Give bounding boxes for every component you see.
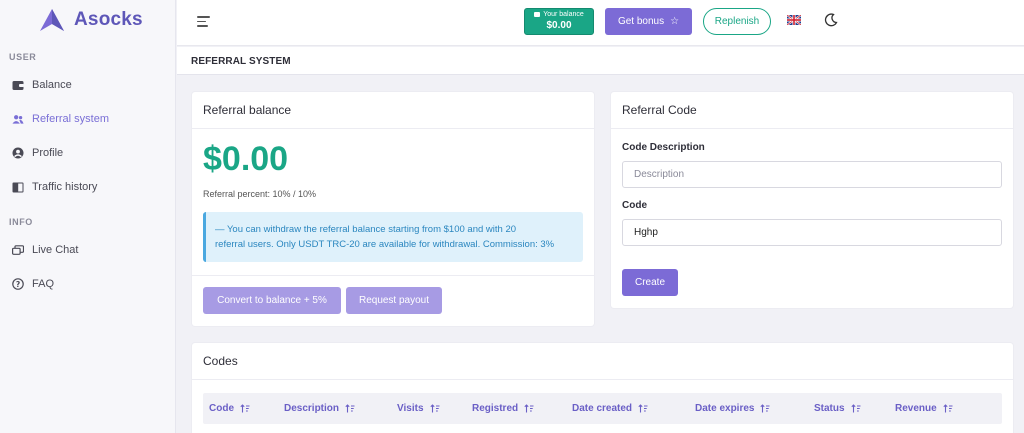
sidebar-item-label: Profile bbox=[32, 147, 64, 159]
sidebar-item-profile[interactable]: Profile bbox=[0, 136, 175, 170]
column-label: Description bbox=[284, 403, 340, 414]
info-line: — You can withdraw the referral balance … bbox=[215, 224, 517, 235]
referral-amount: $0.00 bbox=[203, 140, 289, 178]
card-title: Referral Code bbox=[611, 92, 1013, 129]
get-bonus-button[interactable]: Get bonus ☆ bbox=[605, 8, 692, 35]
menu-toggle-icon[interactable] bbox=[197, 16, 210, 27]
create-button[interactable]: Create bbox=[622, 269, 678, 296]
sidebar-item-live-chat[interactable]: Live Chat bbox=[0, 233, 175, 267]
sort-icon bbox=[943, 404, 953, 413]
sidebar-item-referral-system[interactable]: Referral system bbox=[0, 102, 175, 136]
sidebar-item-label: Live Chat bbox=[32, 244, 79, 256]
referral-balance-card: Referral balance $0.00 Referral percent:… bbox=[192, 92, 594, 326]
sort-icon bbox=[524, 404, 534, 413]
sidebar-item-label: FAQ bbox=[32, 278, 55, 290]
column-header-date-expires[interactable]: Date expires bbox=[695, 403, 770, 414]
column-header-registred[interactable]: Registred bbox=[472, 403, 534, 414]
users-icon bbox=[12, 113, 24, 125]
section-label-info: INFO bbox=[9, 217, 33, 227]
sort-icon bbox=[345, 404, 355, 413]
dark-mode-moon-icon[interactable] bbox=[824, 13, 838, 27]
code-input[interactable] bbox=[622, 219, 1002, 246]
logo-text: Asocks bbox=[74, 9, 143, 30]
balance-value: $0.00 bbox=[546, 20, 572, 31]
column-header-revenue[interactable]: Revenue bbox=[895, 403, 953, 414]
svg-text:?: ? bbox=[16, 280, 20, 289]
uk-flag-icon[interactable] bbox=[787, 15, 801, 25]
column-label: Revenue bbox=[895, 403, 937, 414]
withdraw-info-alert: — You can withdraw the referral balance … bbox=[203, 212, 583, 262]
divider bbox=[192, 275, 594, 276]
codes-card: Codes Code Description Visits Registred … bbox=[192, 343, 1013, 433]
star-icon: ☆ bbox=[670, 16, 680, 27]
column-label: Visits bbox=[397, 403, 424, 414]
replenish-button[interactable]: Replenish bbox=[703, 8, 771, 35]
code-description-input[interactable] bbox=[622, 161, 1002, 188]
column-label: Registred bbox=[472, 403, 519, 414]
codes-table-header: Code Description Visits Registred Date c… bbox=[203, 393, 1002, 424]
book-icon bbox=[12, 181, 24, 193]
column-header-code[interactable]: Code bbox=[209, 403, 250, 414]
referral-percent: Referral percent: 10% / 10% bbox=[203, 189, 317, 199]
user-circle-icon bbox=[12, 147, 24, 159]
column-label: Code bbox=[209, 403, 234, 414]
card-title: Referral balance bbox=[192, 92, 594, 129]
balance-widget[interactable]: Your balance $0.00 bbox=[524, 8, 594, 35]
column-label: Date expires bbox=[695, 403, 755, 414]
sort-icon bbox=[850, 404, 861, 413]
top-header: Your balance $0.00 Get bonus ☆ Replenish bbox=[177, 0, 1024, 46]
referral-code-card: Referral Code Code Description Code Crea… bbox=[611, 92, 1013, 308]
sidebar: Asocks USER Balance Referral system Prof… bbox=[0, 0, 176, 433]
sidebar-item-balance[interactable]: Balance bbox=[0, 68, 175, 102]
sidebar-item-traffic-history[interactable]: Traffic history bbox=[0, 170, 175, 204]
logo-icon bbox=[40, 9, 64, 31]
column-header-status[interactable]: Status bbox=[814, 403, 861, 414]
sidebar-item-label: Referral system bbox=[32, 113, 110, 125]
request-payout-button[interactable]: Request payout bbox=[346, 287, 442, 314]
code-description-label: Code Description bbox=[622, 142, 705, 153]
balance-label-row: Your balance bbox=[525, 11, 593, 18]
column-header-visits[interactable]: Visits bbox=[397, 403, 440, 414]
info-line: referral users. Only USDT TRC-20 are ava… bbox=[215, 239, 555, 250]
balance-label: Your balance bbox=[543, 11, 584, 18]
column-header-date-created[interactable]: Date created bbox=[572, 403, 648, 414]
chat-icon bbox=[12, 244, 24, 256]
code-label: Code bbox=[622, 200, 647, 211]
sort-icon bbox=[638, 404, 648, 413]
column-label: Date created bbox=[572, 403, 633, 414]
wallet-icon bbox=[534, 12, 541, 17]
sort-icon bbox=[429, 404, 439, 413]
wallet-icon bbox=[12, 79, 24, 91]
page-title: REFERRAL SYSTEM bbox=[191, 56, 291, 67]
sidebar-item-label: Balance bbox=[32, 79, 72, 91]
sort-icon bbox=[240, 404, 250, 413]
question-circle-icon: ? bbox=[12, 278, 24, 290]
column-header-description[interactable]: Description bbox=[284, 403, 355, 414]
card-title: Codes bbox=[192, 343, 1013, 380]
convert-to-balance-button[interactable]: Convert to balance + 5% bbox=[203, 287, 341, 314]
logo[interactable]: Asocks bbox=[0, 0, 175, 40]
sidebar-item-label: Traffic history bbox=[32, 181, 98, 193]
sort-icon bbox=[760, 404, 770, 413]
sidebar-item-faq[interactable]: ? FAQ bbox=[0, 267, 175, 301]
get-bonus-label: Get bonus bbox=[617, 16, 665, 27]
section-label-user: USER bbox=[9, 52, 37, 62]
column-label: Status bbox=[814, 403, 845, 414]
page-title-bar: REFERRAL SYSTEM bbox=[177, 47, 1024, 75]
